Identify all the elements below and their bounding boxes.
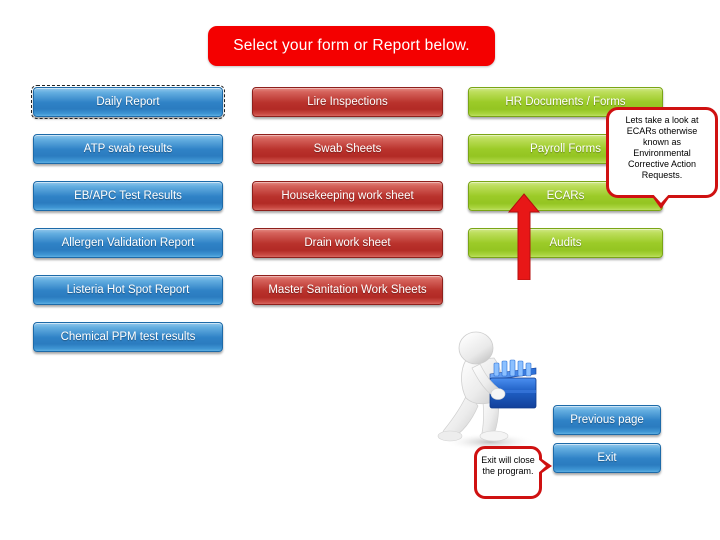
button-eb-apc-test-results[interactable]: EB/APC Test Results xyxy=(33,181,223,211)
button-exit[interactable]: Exit xyxy=(553,443,661,473)
callout-ecars: Lets take a look at ECARs otherwise know… xyxy=(606,107,718,209)
person-carrying-file-crate-icon xyxy=(437,331,537,451)
red-up-arrow-icon xyxy=(507,193,541,280)
button-swab-sheets[interactable]: Swab Sheets xyxy=(252,134,443,164)
slide-canvas: Select your form or Report below. Daily … xyxy=(0,0,720,540)
callout-ecars-text: Lets take a look at ECARs otherwise know… xyxy=(625,115,699,180)
button-drain-work-sheet[interactable]: Drain work sheet xyxy=(252,228,443,258)
button-lire-inspections[interactable]: Lire Inspections xyxy=(252,87,443,117)
callout-ecars-tail-fill xyxy=(651,192,671,203)
button-audits[interactable]: Audits xyxy=(468,228,663,258)
button-previous-page[interactable]: Previous page xyxy=(553,405,661,435)
callout-exit: Exit will close the program. xyxy=(474,446,552,499)
page-title: Select your form or Report below. xyxy=(208,26,495,66)
button-allergen-validation-report[interactable]: Allergen Validation Report xyxy=(33,228,223,258)
button-housekeeping-work-sheet[interactable]: Housekeeping work sheet xyxy=(252,181,443,211)
button-daily-report[interactable]: Daily Report xyxy=(31,85,225,119)
button-master-sanitation-work-sheets[interactable]: Master Sanitation Work Sheets xyxy=(252,275,443,305)
button-listeria-hot-spot-report[interactable]: Listeria Hot Spot Report xyxy=(33,275,223,305)
callout-exit-text: Exit will close the program. xyxy=(481,455,535,476)
button-atp-swab-results[interactable]: ATP swab results xyxy=(33,134,223,164)
button-chemical-ppm-test-results[interactable]: Chemical PPM test results xyxy=(33,322,223,352)
callout-exit-tail-fill xyxy=(536,457,546,475)
